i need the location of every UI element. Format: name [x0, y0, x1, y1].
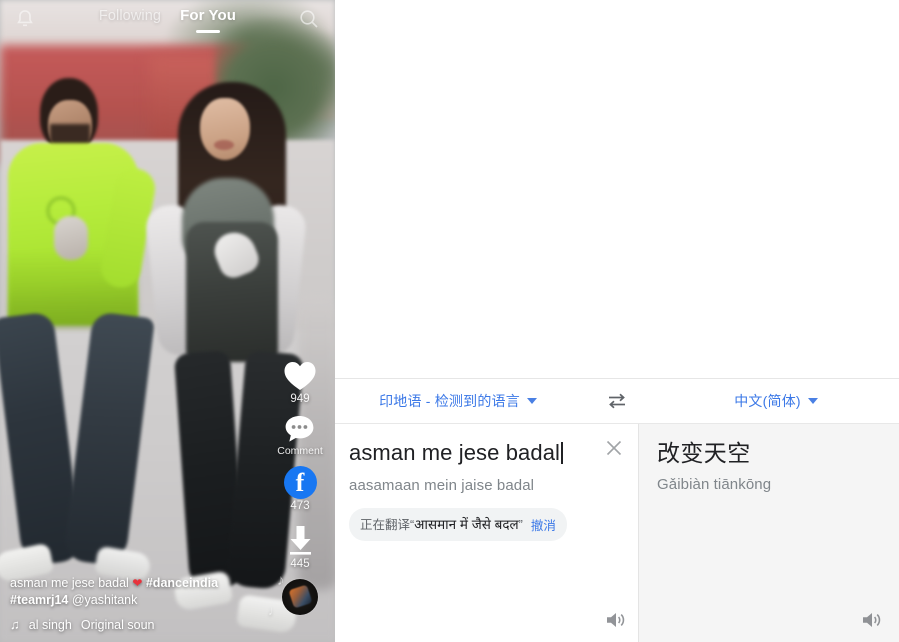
- caption-text: asman me jese badal: [10, 576, 129, 590]
- target-language-selector[interactable]: 中文(简体): [653, 379, 899, 423]
- target-text-pane: 改变天空 Gǎibiàn tiānkōng: [639, 424, 899, 642]
- mention-yashitank[interactable]: @yashitank: [72, 593, 138, 607]
- video-caption-block: asman me jese badal ❤ #danceindia #teamr…: [10, 575, 280, 632]
- hashtag-danceindia[interactable]: #danceindia: [146, 576, 218, 590]
- swap-arrows-icon[interactable]: [606, 391, 628, 411]
- video-feed-tabs: Following For You: [0, 7, 335, 24]
- tiktok-video-player[interactable]: ♪ ♩ Following For You 949 Comment f 473 …: [0, 0, 335, 642]
- translate-panes: asman me jese badal aasamaan mein jaise …: [335, 424, 899, 642]
- listen-target-icon[interactable]: [861, 610, 883, 630]
- google-translate-panel: 印地语 - 检测到的语言 中文(简体) asman me jese badal: [335, 0, 899, 642]
- facebook-glyph: f: [295, 467, 305, 497]
- app-root: ♪ ♩ Following For You 949 Comment f 473 …: [0, 0, 899, 642]
- language-selector-bar: 印地语 - 检测到的语言 中文(简体): [335, 378, 899, 424]
- music-title: Original soun: [80, 617, 155, 632]
- share-count: 473: [290, 500, 310, 512]
- like-button[interactable]: 949: [283, 360, 317, 405]
- source-language-label: 印地语 - 检测到的语言: [379, 393, 520, 409]
- facebook-icon[interactable]: f: [283, 466, 317, 499]
- comment-button[interactable]: Comment: [277, 414, 323, 457]
- comment-label: Comment: [277, 445, 323, 457]
- source-text-pane[interactable]: asman me jese badal aasamaan mein jaise …: [335, 424, 638, 642]
- music-info-row[interactable]: ♫ al singh Original soun: [10, 617, 280, 632]
- download-button[interactable]: 445: [285, 524, 316, 570]
- heart-icon[interactable]: [283, 360, 317, 392]
- video-top-bar: Following For You: [0, 0, 335, 40]
- search-icon[interactable]: [297, 7, 321, 31]
- listen-source-icon[interactable]: [605, 610, 627, 630]
- like-count: 949: [290, 393, 310, 405]
- download-count: 445: [290, 558, 310, 570]
- caption-line-2: #teamrj14 @yashitank: [10, 592, 280, 609]
- source-language-selector[interactable]: 印地语 - 检测到的语言: [335, 379, 581, 423]
- text-cursor: [561, 442, 563, 464]
- share-facebook-button[interactable]: f 473: [283, 466, 317, 512]
- music-disc-icon[interactable]: [282, 579, 318, 615]
- source-input-value: asman me jese badal: [349, 440, 561, 465]
- chip-original-text: आसमान में जैसे बदल: [414, 517, 519, 532]
- hashtag-teamrj14[interactable]: #teamrj14: [10, 593, 68, 607]
- translating-notice-chip: 正在翻译“आसमान में जैसे बदल” 撤消: [349, 508, 567, 541]
- close-x-icon[interactable]: [604, 438, 624, 458]
- tab-following[interactable]: Following: [99, 8, 161, 24]
- music-artist: al singh: [28, 617, 72, 632]
- translate-blank-area: [335, 0, 899, 378]
- chevron-down-icon[interactable]: [807, 398, 818, 404]
- chip-prefix: 正在翻译“: [360, 518, 415, 532]
- source-transliteration: aasamaan mein jaise badal: [349, 477, 535, 494]
- translated-pinyin: Gǎibiàn tiānkōng: [657, 476, 772, 493]
- download-arrow-icon[interactable]: [285, 524, 316, 557]
- video-action-rail: 949 Comment f 473 445: [274, 360, 326, 615]
- swap-languages-button[interactable]: [581, 379, 653, 423]
- heart-emoji-icon: ❤: [132, 576, 143, 590]
- translated-text: 改变天空: [657, 440, 751, 466]
- source-text-input[interactable]: asman me jese badal: [349, 438, 622, 468]
- target-language-label: 中文(简体): [734, 393, 801, 409]
- chevron-down-icon[interactable]: [526, 398, 537, 404]
- tab-for-you[interactable]: For You: [180, 7, 236, 24]
- caption-line-1: asman me jese badal ❤ #danceindia: [10, 575, 280, 592]
- chip-message: 正在翻译“आसमान में जैसे बदल”: [360, 514, 523, 534]
- undo-translation-link[interactable]: 撤消: [531, 515, 556, 534]
- chip-suffix: ”: [518, 518, 523, 532]
- comment-bubble-icon[interactable]: [284, 414, 315, 444]
- music-note-icon: ♫: [10, 617, 20, 632]
